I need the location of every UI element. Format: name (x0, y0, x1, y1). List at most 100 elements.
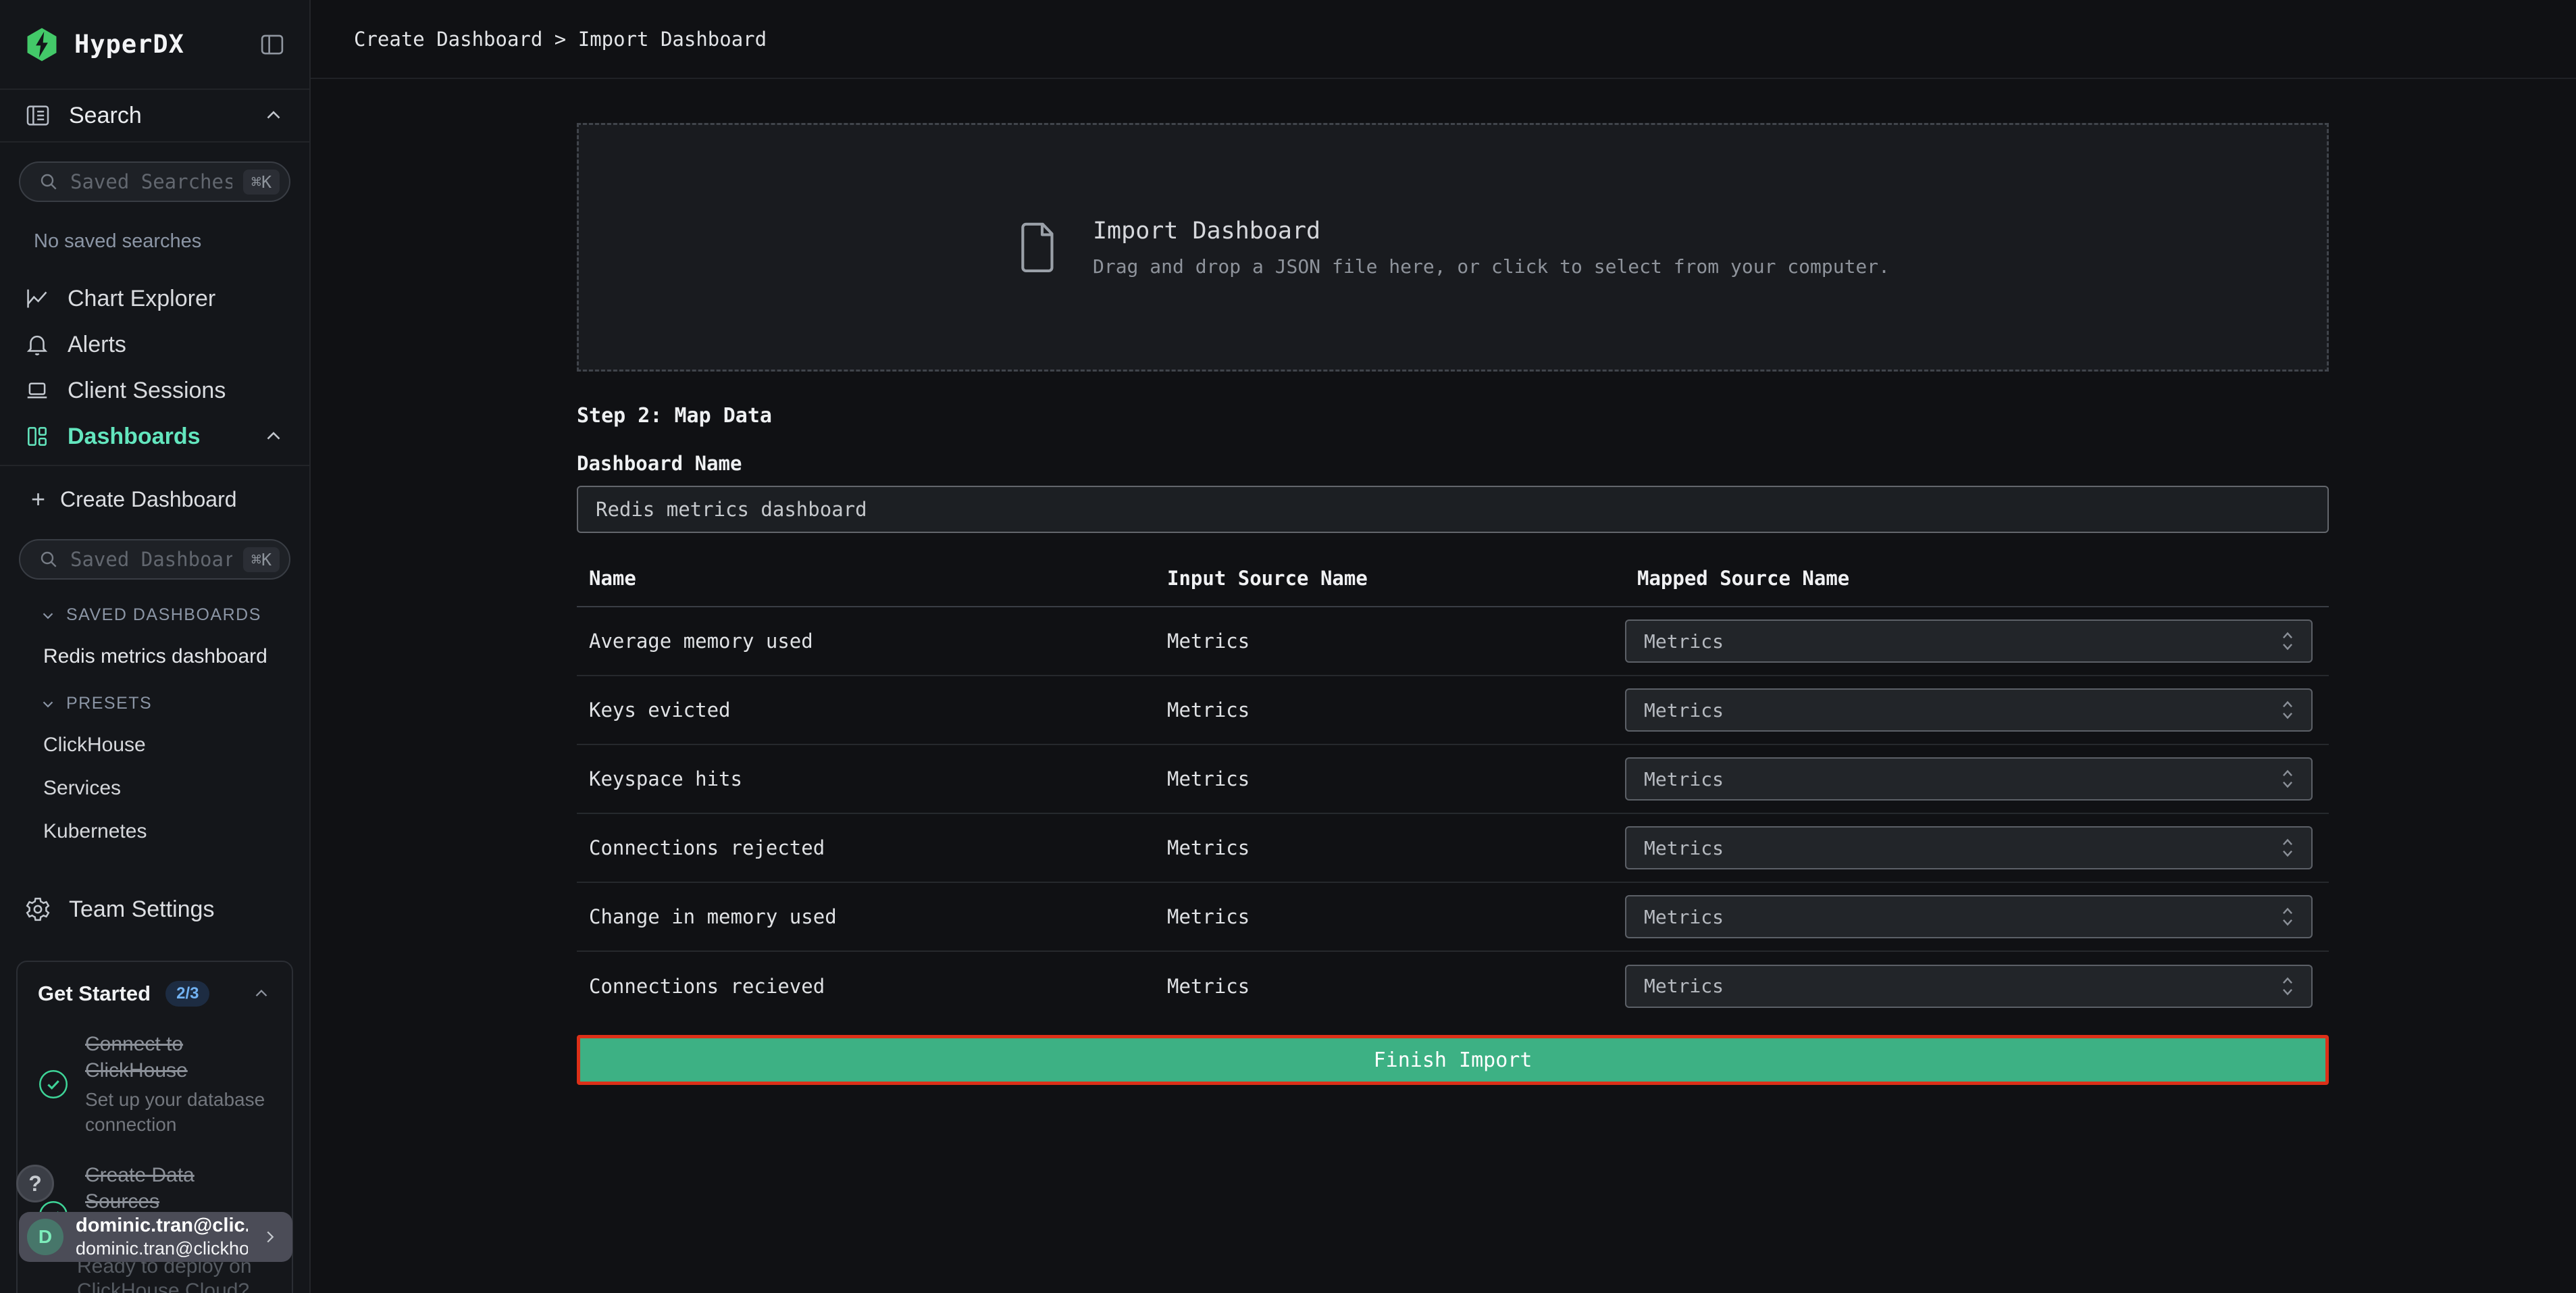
table-row: Connections rejected Metrics Metrics (577, 813, 2329, 882)
cell-name: Connections rejected (577, 813, 1155, 882)
cloud-promo-line2: ClickHouse Cloud? (77, 1279, 249, 1293)
preset-item-kubernetes[interactable]: Kubernetes (43, 820, 309, 843)
chevron-down-icon (39, 695, 57, 713)
sidebar-item-team-settings[interactable]: Team Settings (0, 896, 309, 923)
presets-group-toggle[interactable]: PRESETS (39, 694, 309, 713)
dropzone-subtitle: Drag and drop a JSON file here, or click… (1093, 255, 1890, 278)
chevron-up-icon (262, 425, 285, 448)
cell-input-source: Metrics (1155, 607, 1625, 676)
breadcrumb: Create Dashboard > Import Dashboard (354, 28, 767, 51)
gear-icon (24, 896, 51, 923)
sidebar-item-chart-explorer[interactable]: Chart Explorer (0, 276, 309, 322)
sidebar-item-search[interactable]: Search (0, 90, 309, 143)
dashboards-icon (24, 424, 50, 449)
main-area: Create Dashboard > Import Dashboard Impo… (311, 0, 2576, 1293)
user-menu[interactable]: D dominic.tran@clic... dominic.tran@clic… (19, 1212, 292, 1262)
kbd-shortcut: ⌘K (243, 170, 280, 195)
dropzone-texts: Import Dashboard Drag and drop a JSON fi… (1093, 218, 1890, 278)
import-container: Import Dashboard Drag and drop a JSON fi… (577, 123, 2329, 1085)
mapped-source-select[interactable]: Metrics (1625, 619, 2313, 663)
get-started-header[interactable]: Get Started 2/3 (38, 981, 272, 1007)
sidebar-item-label: Chart Explorer (68, 286, 215, 312)
step-texts: Connect to ClickHouse Set up your databa… (85, 1031, 269, 1138)
mapped-source-select[interactable]: Metrics (1625, 895, 2313, 938)
cell-name: Keys evicted (577, 676, 1155, 744)
select-chevrons-icon (2277, 767, 2298, 790)
group-label-text: SAVED DASHBOARDS (66, 605, 261, 625)
cell-name: Change in memory used (577, 882, 1155, 951)
mapped-source-select[interactable]: Metrics (1625, 965, 2313, 1008)
select-chevrons-icon (2277, 975, 2298, 998)
chart-explorer-icon (24, 286, 50, 311)
dropzone-title: Import Dashboard (1093, 218, 1890, 245)
progress-badge: 2/3 (165, 981, 209, 1007)
column-header-input-source: Input Source Name (1155, 555, 1625, 607)
finish-import-button[interactable]: Finish Import (577, 1035, 2329, 1085)
table-header-row: Name Input Source Name Mapped Source Nam… (577, 555, 2329, 607)
preset-item-services[interactable]: Services (43, 777, 309, 800)
get-started-title: Get Started (38, 982, 151, 1006)
select-value: Metrics (1644, 630, 2277, 653)
cell-name: Keyspace hits (577, 744, 1155, 813)
select-chevrons-icon (2277, 699, 2298, 721)
cell-name: Average memory used (577, 607, 1155, 676)
user-email: dominic.tran@clickho... (76, 1238, 248, 1259)
sidebar-nav: Chart Explorer Alerts Client Sessions (0, 276, 309, 466)
content-area: Import Dashboard Drag and drop a JSON fi… (311, 79, 2576, 1293)
help-button[interactable]: ? (16, 1165, 54, 1202)
step-title: Connect to ClickHouse (85, 1031, 269, 1084)
preset-item-clickhouse[interactable]: ClickHouse (43, 734, 309, 757)
check-circle-icon (38, 1069, 69, 1100)
step-title: Create Data Sources (85, 1162, 269, 1215)
select-value: Metrics (1644, 975, 2277, 997)
saved-searches-searchbox[interactable]: ⌘K (19, 161, 290, 202)
sidebar-item-label: Alerts (68, 332, 126, 358)
table-row: Change in memory used Metrics Metrics (577, 882, 2329, 951)
cell-input-source: Metrics (1155, 882, 1625, 951)
dashboard-name-input[interactable] (577, 486, 2329, 533)
sidebar-item-alerts[interactable]: Alerts (0, 322, 309, 367)
plus-icon: + (31, 487, 45, 511)
select-value: Metrics (1644, 768, 2277, 790)
saved-searches-input[interactable] (70, 170, 232, 193)
topbar: Create Dashboard > Import Dashboard (311, 0, 2576, 79)
table-row: Average memory used Metrics Metrics (577, 607, 2329, 676)
search-icon (38, 171, 59, 193)
json-dropzone[interactable]: Import Dashboard Drag and drop a JSON fi… (577, 123, 2329, 372)
select-value: Metrics (1644, 906, 2277, 928)
saved-dashboard-item[interactable]: Redis metrics dashboard (43, 645, 309, 668)
sidebar-collapse-icon[interactable] (258, 30, 286, 59)
sidebar-item-dashboards[interactable]: Dashboards (0, 413, 309, 459)
chevron-up-icon (262, 104, 285, 127)
chevron-up-icon (251, 984, 272, 1004)
search-icon (38, 549, 59, 570)
get-started-step-connect[interactable]: Connect to ClickHouse Set up your databa… (38, 1031, 272, 1138)
saved-dashboards-group-toggle[interactable]: SAVED DASHBOARDS (39, 605, 309, 625)
saved-dashboards-input[interactable] (70, 548, 232, 571)
mapping-table: Name Input Source Name Mapped Source Nam… (577, 555, 2329, 1020)
sidebar-item-label: Dashboards (68, 424, 201, 450)
logo-row: HyperDX (0, 0, 309, 90)
sidebar: HyperDX Search (0, 0, 311, 1293)
select-chevrons-icon (2277, 836, 2298, 859)
bell-icon (24, 332, 50, 357)
step-desc: Set up your database connection (85, 1088, 269, 1138)
step-heading: Step 2: Map Data (577, 404, 2329, 428)
hyperdx-logo-icon (23, 26, 61, 64)
create-dashboard-label: Create Dashboard (60, 487, 236, 512)
mapped-source-select[interactable]: Metrics (1625, 688, 2313, 732)
sidebar-item-client-sessions[interactable]: Client Sessions (0, 367, 309, 413)
user-name: dominic.tran@clic... (76, 1215, 248, 1237)
saved-dashboards-searchbox[interactable]: ⌘K (19, 539, 290, 580)
user-texts: dominic.tran@clic... dominic.tran@clickh… (76, 1215, 248, 1259)
mapped-source-select[interactable]: Metrics (1625, 757, 2313, 801)
create-dashboard-button[interactable]: + Create Dashboard (0, 478, 309, 520)
mapped-source-select[interactable]: Metrics (1625, 826, 2313, 869)
cell-name: Connections recieved (577, 951, 1155, 1020)
kbd-shortcut: ⌘K (243, 547, 280, 572)
sidebar-item-label: Client Sessions (68, 378, 226, 404)
select-value: Metrics (1644, 699, 2277, 721)
cell-input-source: Metrics (1155, 676, 1625, 744)
divider (0, 465, 309, 466)
cell-input-source: Metrics (1155, 813, 1625, 882)
